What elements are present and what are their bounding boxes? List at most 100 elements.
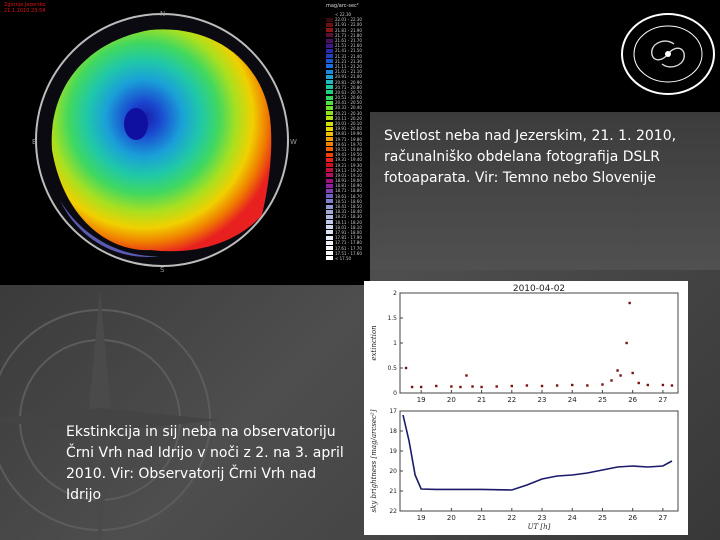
x-tick-label: 27 bbox=[658, 514, 667, 522]
legend-swatch bbox=[326, 38, 333, 43]
extinction-point bbox=[610, 379, 613, 382]
legend-swatch bbox=[326, 74, 333, 79]
legend-swatch bbox=[326, 90, 333, 95]
extinction-point bbox=[628, 301, 631, 305]
extinction-point bbox=[459, 385, 462, 389]
color-legend: < 22.30 22.01 - 22.30 21.91 - 22.00 21.81 -… bbox=[326, 12, 368, 284]
legend-swatch bbox=[326, 64, 333, 69]
x-tick-label: 26 bbox=[628, 514, 637, 522]
extinction-point bbox=[410, 385, 414, 389]
legend-swatch bbox=[326, 100, 333, 105]
extinction-point bbox=[510, 384, 514, 388]
legend-swatch bbox=[326, 105, 333, 110]
extinction-point bbox=[670, 384, 674, 387]
legend-swatch bbox=[326, 225, 333, 230]
legend-swatch bbox=[326, 214, 333, 219]
direction-north: N bbox=[160, 10, 166, 18]
legend-swatch bbox=[326, 54, 333, 59]
extinction-point bbox=[631, 371, 634, 375]
legend-swatch bbox=[326, 80, 333, 85]
direction-west: W bbox=[290, 138, 297, 146]
extinction-point bbox=[616, 369, 619, 372]
x-tick-label: 23 bbox=[538, 396, 547, 404]
plot-frame bbox=[399, 292, 679, 394]
sky-brightness-map: Zgornje Jezersko 21.1.2010 23:54 N E W S… bbox=[0, 0, 370, 285]
extinction-point bbox=[450, 385, 453, 388]
legend-swatch bbox=[326, 194, 333, 199]
legend-swatch bbox=[326, 157, 333, 162]
x-tick-label: 21 bbox=[477, 514, 486, 522]
x-tick-label: 25 bbox=[598, 514, 607, 522]
direction-south: S bbox=[160, 266, 165, 274]
sky-map-datetime: 21.1.2010 23:54 bbox=[4, 8, 46, 14]
x-tick-label: 24 bbox=[568, 396, 577, 404]
legend-swatch bbox=[326, 163, 333, 168]
extinction-point bbox=[471, 385, 474, 388]
y-tick-label: 18 bbox=[389, 428, 397, 435]
y-tick-label: 2 bbox=[393, 290, 397, 297]
legend-swatch bbox=[326, 142, 333, 147]
legend-swatch bbox=[326, 256, 333, 261]
legend-swatch bbox=[326, 12, 333, 17]
chart-title: 2010-04-02 bbox=[513, 284, 565, 294]
legend-swatch bbox=[326, 137, 333, 142]
legend-swatch bbox=[326, 251, 333, 256]
sky-map-title: Zgornje Jezersko 21.1.2010 23:54 bbox=[4, 2, 46, 14]
legend-swatch bbox=[326, 33, 333, 38]
x-tick-label: 26 bbox=[628, 396, 637, 404]
x-tick-label: 22 bbox=[507, 514, 516, 522]
legend-label: < 17.50 bbox=[335, 255, 352, 261]
legend-swatch bbox=[326, 43, 333, 48]
legend-swatch bbox=[326, 95, 333, 100]
x-tick-label: 25 bbox=[598, 396, 607, 404]
caption-extinction: Ekstinkcija in sij neba na observatoriju… bbox=[66, 424, 344, 503]
extinction-point bbox=[637, 381, 640, 385]
legend-swatch bbox=[326, 188, 333, 193]
x-tick-label: 19 bbox=[417, 514, 426, 522]
extinction-point bbox=[646, 383, 649, 387]
legend-swatch bbox=[326, 48, 333, 53]
y-tick-label: 17 bbox=[389, 408, 397, 415]
legend-swatch bbox=[326, 235, 333, 240]
x-tick-label: 23 bbox=[538, 514, 547, 522]
legend-swatch bbox=[326, 209, 333, 214]
extinction-point bbox=[480, 385, 483, 389]
x-tick-label: 21 bbox=[477, 396, 486, 404]
legend-swatch bbox=[326, 173, 333, 178]
extinction-point bbox=[495, 385, 498, 388]
extinction-point bbox=[540, 384, 544, 388]
legend-swatch bbox=[326, 17, 333, 22]
legend-swatch bbox=[326, 220, 333, 225]
extinction-chart-panel: 2010-04-02 19 20 21 22 23 24 25 26 27 0 0.5 1 1.5 2 ext… bbox=[364, 281, 688, 535]
extinction-point bbox=[525, 384, 529, 387]
extinction-point bbox=[661, 383, 665, 387]
extinction-brightness-charts: 2010-04-02 19 20 21 22 23 24 25 26 27 0 0.5 1 1.5 2 ext… bbox=[370, 284, 679, 531]
y-tick-label: 0 bbox=[393, 390, 397, 397]
sky-map-image bbox=[35, 13, 289, 267]
brightness-line bbox=[402, 414, 673, 491]
y-tick-label: 20 bbox=[389, 468, 397, 475]
y-tick-label: 1 bbox=[393, 340, 397, 347]
society-logo bbox=[621, 13, 715, 95]
legend-swatch bbox=[326, 22, 333, 27]
y-tick-label: 21 bbox=[389, 488, 397, 495]
legend-swatch bbox=[326, 126, 333, 131]
y-tick-label: 19 bbox=[389, 448, 397, 455]
legend-swatch bbox=[326, 59, 333, 64]
legend-swatch bbox=[326, 28, 333, 33]
legend-swatch bbox=[326, 121, 333, 126]
legend-row: < 17.50 bbox=[326, 256, 368, 261]
legend-swatch bbox=[326, 199, 333, 204]
x-tick-label: 20 bbox=[447, 514, 456, 522]
y-axis-label: sky brightness [mag/arcsec²] bbox=[370, 409, 378, 512]
x-axis-label: UT [h] bbox=[528, 523, 551, 531]
extinction-point bbox=[555, 384, 559, 387]
extinction-point bbox=[601, 383, 604, 386]
legend-swatch bbox=[326, 131, 333, 136]
extinction-point bbox=[419, 385, 423, 389]
legend-swatch bbox=[326, 147, 333, 152]
legend-swatch bbox=[326, 183, 333, 188]
y-tick-label: 1.5 bbox=[387, 315, 397, 322]
x-tick-label: 24 bbox=[568, 514, 577, 522]
plot-frame bbox=[399, 410, 679, 512]
